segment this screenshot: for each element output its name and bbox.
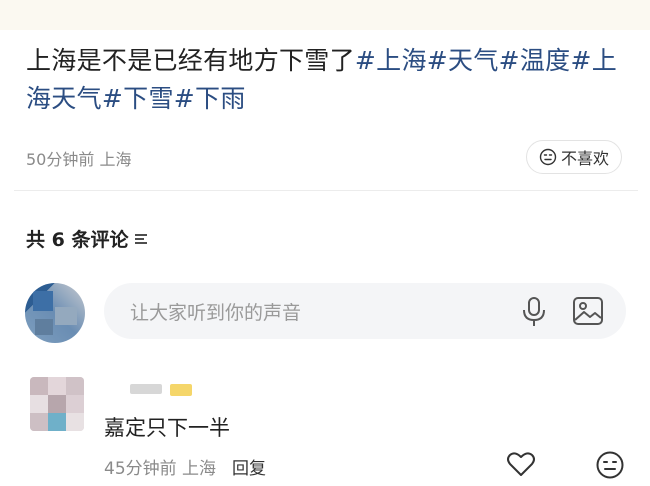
post-text: 上海是不是已经有地方下雪了#上海#天气#温度#上海天气#下雪#下雨 [26, 42, 626, 118]
comment-meta: 45分钟前 上海 回复 [104, 454, 266, 479]
comment-location: 上海 [182, 459, 217, 479]
microphone-icon[interactable] [520, 296, 548, 328]
post-time: 50分钟前 [26, 150, 95, 169]
comment-text: 嘉定只下一半 [104, 416, 230, 440]
commenter-badge [170, 384, 192, 396]
reply-button[interactable]: 回复 [232, 454, 266, 479]
dislike-label: 不喜欢 [560, 149, 609, 168]
divider [14, 190, 638, 191]
comment-time: 45分钟前 [104, 459, 177, 479]
post-body: 上海是不是已经有地方下雪了 [26, 46, 355, 75]
comment-input-placeholder: 让大家听到你的声音 [130, 301, 302, 324]
image-icon[interactable] [572, 296, 604, 326]
my-avatar[interactable] [25, 283, 85, 343]
tag-temperature[interactable]: #温度 [499, 46, 571, 75]
meh-face-icon [539, 148, 557, 166]
sort-lines-icon [135, 233, 148, 244]
tag-rain[interactable]: #下雨 [174, 84, 246, 113]
post-meta: 50分钟前 上海 [26, 146, 131, 170]
commenter-name[interactable] [130, 384, 162, 394]
comment-count-label: 共 6 条评论 [26, 229, 129, 251]
heart-icon[interactable] [506, 450, 536, 478]
tag-weather[interactable]: #天气 [427, 46, 499, 75]
commenter-avatar[interactable] [30, 377, 84, 431]
top-strip [0, 0, 650, 30]
dislike-button[interactable]: 不喜欢 [526, 140, 622, 174]
tag-snow[interactable]: #下雪 [102, 84, 174, 113]
tag-shanghai[interactable]: #上海 [355, 46, 427, 75]
post-location: 上海 [99, 150, 132, 169]
meh-face-icon[interactable] [595, 450, 625, 480]
comment-time-location: 45分钟前 上海 [104, 454, 216, 479]
comment-count-header[interactable]: 共 6 条评论 [26, 225, 148, 252]
